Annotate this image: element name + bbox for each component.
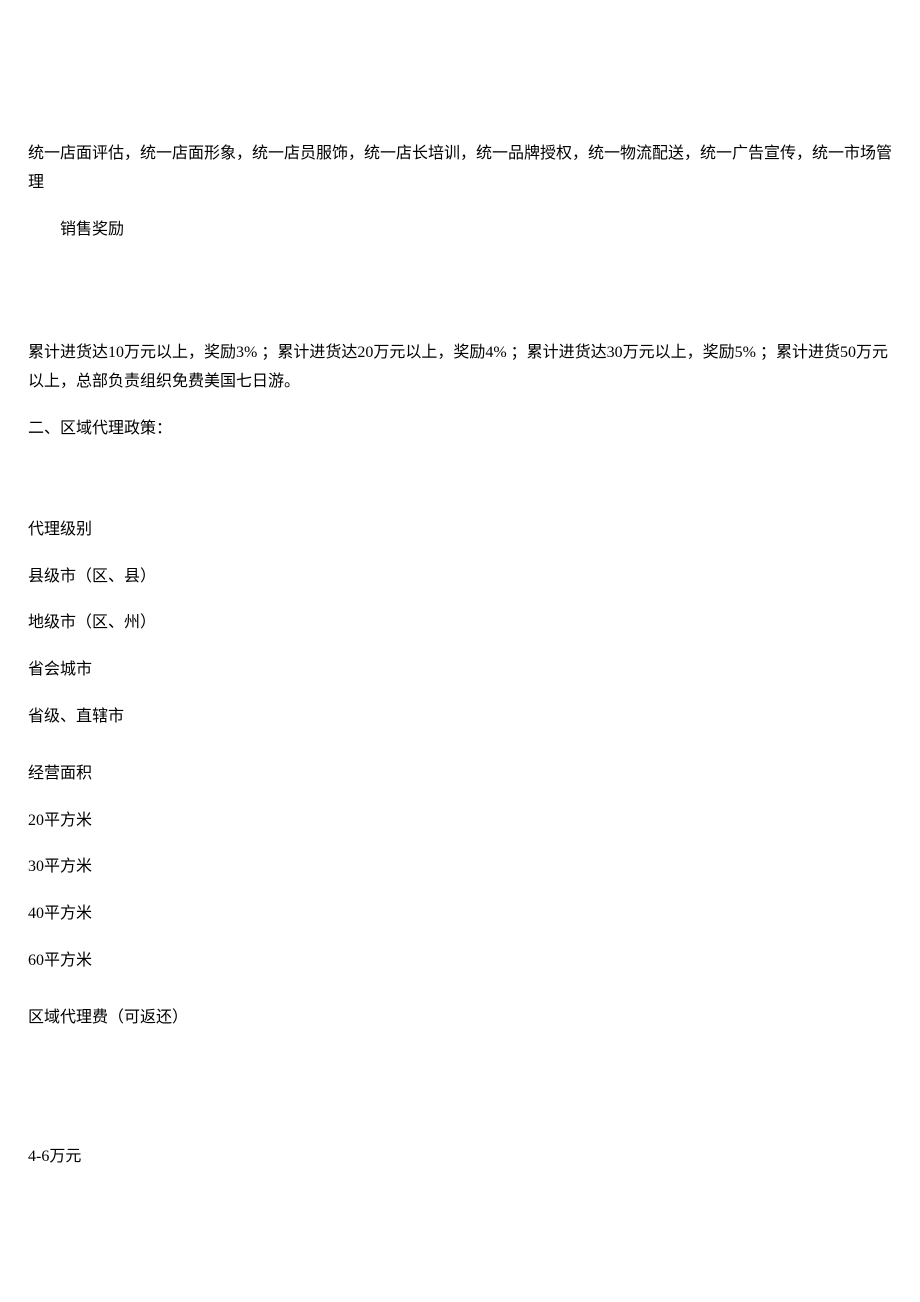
sales-reward-detail: 累计进货达10万元以上，奖励3% ；累计进货达20万元以上，奖励4% ；累计进货… — [28, 339, 892, 397]
area-label: 经营面积 — [28, 760, 892, 789]
agent-level-item: 县级市（区、县） — [28, 563, 892, 592]
sales-reward-title: 销售奖励 — [28, 216, 892, 245]
agent-level-item: 省级、直辖市 — [28, 703, 892, 732]
agent-level-label: 代理级别 — [28, 516, 892, 545]
area-item: 40平方米 — [28, 900, 892, 929]
fee-label: 区域代理费（可返还） — [28, 1004, 892, 1033]
area-item: 30平方米 — [28, 853, 892, 882]
agent-level-item: 省会城市 — [28, 656, 892, 685]
area-item: 60平方米 — [28, 947, 892, 976]
fee-value: 4-6万元 — [28, 1143, 892, 1172]
area-item: 20平方米 — [28, 807, 892, 836]
agent-level-item: 地级市（区、州） — [28, 609, 892, 638]
regional-policy-title: 二、区域代理政策： — [28, 415, 892, 444]
unified-policy-text: 统一店面评估，统一店面形象，统一店员服饰，统一店长培训，统一品牌授权，统一物流配… — [28, 140, 892, 198]
